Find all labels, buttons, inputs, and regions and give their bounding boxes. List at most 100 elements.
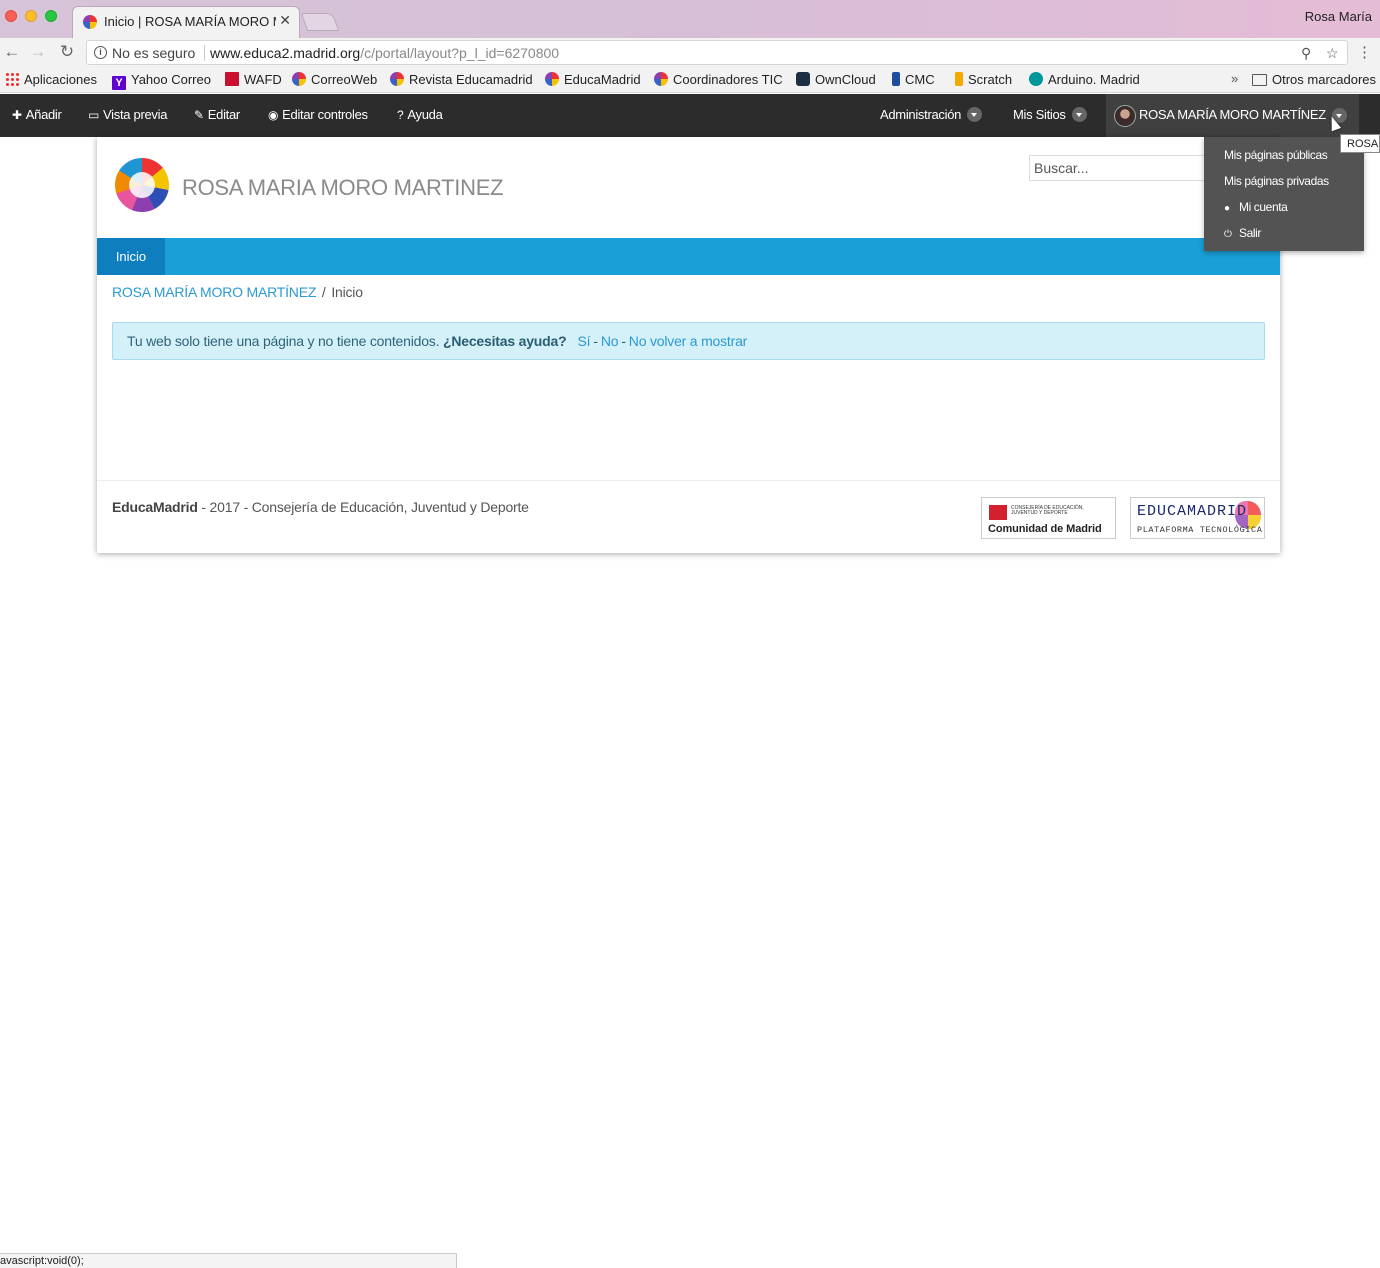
key-icon[interactable]: ⚲: [1301, 45, 1311, 62]
bookmarks-bar: Aplicaciones Y Yahoo Correo WAFD CorreoWe…: [0, 68, 1380, 93]
breadcrumb-root-link[interactable]: ROSA MARÍA MORO MARTÍNEZ: [112, 284, 316, 300]
add-button[interactable]: ✚ Añadir: [12, 107, 62, 122]
url-text[interactable]: www.educa2.madrid.org/c/portal/layout?p_…: [210, 45, 559, 61]
footer-text: EducaMadrid - 2017 - Consejería de Educa…: [112, 499, 529, 515]
bookmark-otros-marcadores[interactable]: Otros marcadores: [1252, 72, 1376, 87]
back-arrow-icon[interactable]: ←: [2, 42, 22, 62]
browser-profile-name[interactable]: Rosa María: [1305, 9, 1372, 24]
bookmark-label: Scratch: [968, 72, 1013, 87]
bookmark-label: Coordinadores TIC: [673, 72, 783, 87]
yahoo-icon: Y: [112, 76, 126, 90]
menu-item-my-account[interactable]: ● Mi cuenta: [1224, 200, 1288, 214]
bookmark-arduino-madrid[interactable]: Arduino. Madrid: [1029, 72, 1140, 87]
browser-menu-icon[interactable]: ⋮: [1357, 43, 1372, 61]
educamadrid-platform-logo[interactable]: EDUCAMADRID PLATAFORMA TECNOLÓGICA: [1130, 497, 1265, 539]
menu-item-public-pages[interactable]: Mis páginas públicas: [1224, 148, 1328, 162]
site-title[interactable]: ROSA MARIA MORO MARTINEZ: [182, 175, 504, 201]
edit-icon: ✎: [194, 108, 204, 122]
caret-down-icon: [1071, 107, 1087, 122]
address-bar[interactable]: i No es seguro www.educa2.madrid.org/c/p…: [86, 40, 1348, 65]
forward-arrow-icon[interactable]: →: [28, 42, 48, 62]
new-tab-button[interactable]: [300, 13, 340, 31]
bookmark-aplicaciones[interactable]: Aplicaciones: [5, 72, 97, 87]
info-icon[interactable]: i: [94, 46, 107, 59]
footer-brand: EducaMadrid: [112, 499, 198, 515]
alert-never-show-link[interactable]: No volver a mostrar: [629, 333, 748, 349]
logout-label: Salir: [1239, 226, 1262, 240]
bookmark-wafd[interactable]: WAFD: [225, 72, 282, 87]
eye-icon: ◉: [268, 108, 279, 122]
comunidad-de-madrid-logo[interactable]: CONSEJERÍA DE EDUCACIÓN, JUVENTUD Y DEPO…: [981, 497, 1116, 539]
educamadrid-icon: [654, 72, 668, 86]
reload-icon[interactable]: ↻: [57, 42, 77, 62]
star-icon[interactable]: ☆: [1326, 45, 1339, 62]
security-indicator[interactable]: No es seguro: [112, 45, 195, 61]
bookmark-correoweb[interactable]: CorreoWeb: [292, 72, 377, 87]
alert-yes-link[interactable]: Sí: [578, 333, 591, 349]
search-input[interactable]: [1029, 155, 1204, 181]
edit-button[interactable]: ✎ Editar: [194, 107, 240, 122]
administration-menu[interactable]: Administración: [880, 107, 983, 122]
help-button[interactable]: ? Ayuda: [397, 107, 443, 122]
bookmark-label: CorreoWeb: [311, 72, 378, 87]
caret-down-icon: [967, 107, 983, 122]
bookmark-educamadrid[interactable]: EducaMadrid: [545, 72, 641, 87]
more-bookmarks-chevron-icon[interactable]: »: [1231, 71, 1238, 86]
cam-department: CONSEJERÍA DE EDUCACIÓN, JUVENTUD Y DEPO…: [1011, 505, 1084, 516]
user-dropdown-menu: Mis páginas públicas Mis páginas privada…: [1204, 137, 1364, 251]
site-footer: EducaMadrid - 2017 - Consejería de Educa…: [97, 480, 1280, 553]
minimize-window-button[interactable]: [25, 10, 37, 22]
nav-item-inicio[interactable]: Inicio: [97, 238, 165, 275]
cmc-icon: [892, 72, 900, 86]
close-tab-icon[interactable]: ✕: [279, 12, 291, 29]
user-menu-toggle[interactable]: ROSA MARÍA MORO MARTÍNEZ: [1106, 94, 1359, 137]
admin-dockbar: ✚ Añadir ▭ Vista previa ✎ Editar ◉ Editar co…: [0, 94, 1380, 137]
bookmark-revista-educamadrid[interactable]: Revista Educamadrid: [390, 72, 533, 87]
educamadrid-favicon-icon: [83, 15, 97, 29]
help-label: Ayuda: [407, 107, 443, 122]
user-name: ROSA MARÍA MORO MARTÍNEZ: [1139, 107, 1326, 122]
my-sites-menu[interactable]: Mis Sitios: [1013, 107, 1087, 122]
bookmark-label: EducaMadrid: [564, 72, 641, 87]
my-sites-label: Mis Sitios: [1013, 107, 1066, 122]
preview-button[interactable]: ▭ Vista previa: [88, 107, 167, 122]
maximize-window-button[interactable]: [45, 10, 57, 22]
alert-separator: -: [593, 333, 598, 349]
close-window-button[interactable]: [5, 10, 17, 22]
browser-status-bar: avascript:void(0);: [0, 1253, 457, 1268]
bookmark-label: Revista Educamadrid: [409, 72, 533, 87]
edit-controls-label: Editar controles: [282, 107, 368, 122]
add-label: Añadir: [25, 107, 62, 122]
bookmark-label: Yahoo Correo: [131, 72, 211, 87]
tab-title: Inicio | ROSA MARÍA MORO M: [104, 14, 276, 29]
apps-grid-icon: [5, 72, 19, 86]
edit-controls-button[interactable]: ◉ Editar controles: [268, 107, 368, 122]
bookmark-yahoo-correo[interactable]: Y Yahoo Correo: [112, 72, 211, 90]
educamadrid-icon: [390, 72, 404, 86]
bookmark-label: CMC: [905, 72, 935, 87]
menu-item-private-pages[interactable]: Mis páginas privadas: [1224, 174, 1329, 188]
user-icon: ●: [1224, 203, 1230, 214]
bookmark-cmc[interactable]: CMC: [892, 72, 935, 87]
browser-toolbar: ← → ↻ i No es seguro www.educa2.madrid.o…: [0, 38, 1380, 68]
educamadrid-logo-icon[interactable]: [115, 158, 169, 212]
bookmark-coordinadores-tic[interactable]: Coordinadores TIC: [654, 72, 783, 87]
breadcrumb: ROSA MARÍA MORO MARTÍNEZ / Inicio: [112, 284, 363, 300]
monitor-icon: ▭: [88, 108, 100, 122]
educa-subtitle: PLATAFORMA TECNOLÓGICA: [1137, 525, 1263, 535]
user-tooltip: ROSA: [1340, 134, 1380, 153]
bookmark-owncloud[interactable]: OwnCloud: [796, 72, 876, 87]
edit-label: Editar: [207, 107, 240, 122]
bookmark-scratch[interactable]: Scratch: [955, 72, 1012, 87]
alert-no-link[interactable]: No: [601, 333, 619, 349]
alert-separator: -: [621, 333, 626, 349]
wafd-icon: [225, 72, 239, 86]
administration-label: Administración: [880, 107, 962, 122]
browser-tab-active[interactable]: Inicio | ROSA MARÍA MORO M ✕: [72, 6, 300, 38]
window-titlebar: Inicio | ROSA MARÍA MORO M ✕ Rosa María: [0, 0, 1380, 38]
footer-copyright: - 2017 - Consejería de Educación, Juvent…: [197, 499, 529, 515]
avatar: [1114, 105, 1136, 127]
menu-item-logout[interactable]: ⏻ Salir: [1224, 226, 1261, 240]
my-account-label: Mi cuenta: [1239, 200, 1288, 214]
madrid-flag-icon: [989, 505, 1007, 520]
